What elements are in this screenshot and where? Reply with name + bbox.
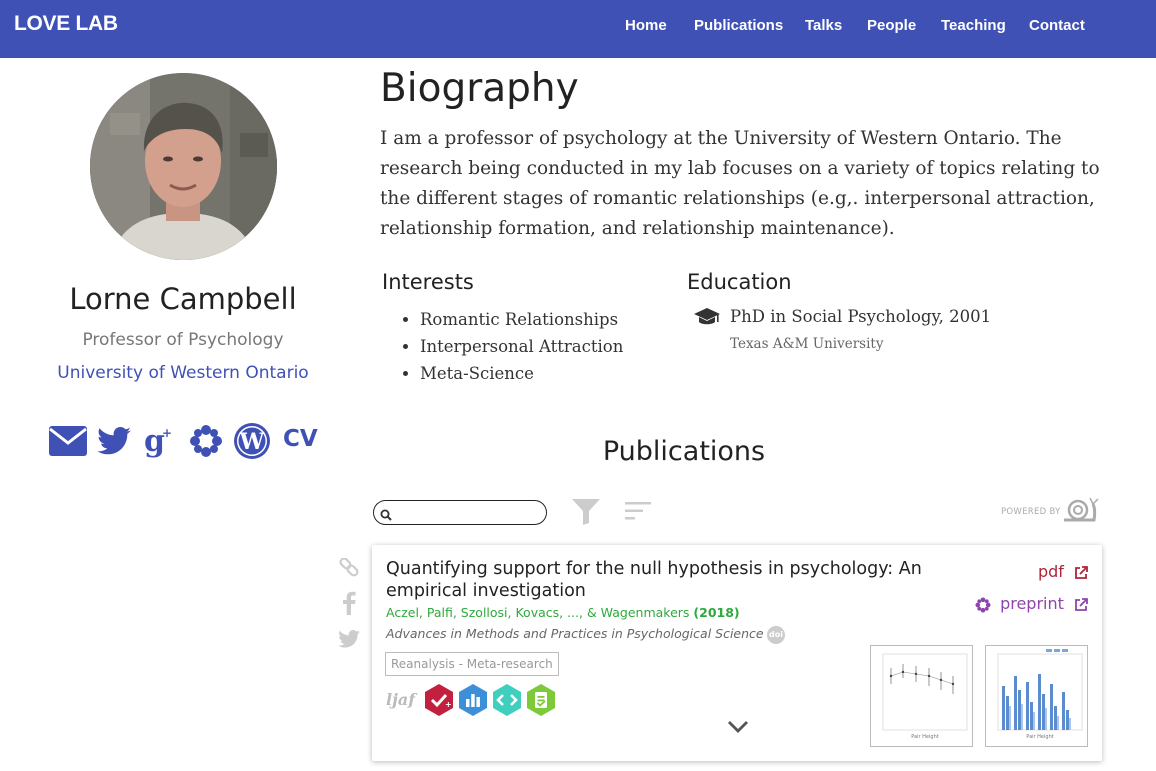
doi-badge[interactable]: doi: [767, 626, 785, 644]
interests-list: Romantic Relationships Interpersonal Att…: [402, 306, 623, 387]
profile-name: Lorne Campbell: [69, 282, 297, 316]
nav-home[interactable]: Home: [625, 17, 667, 34]
interests-heading: Interests: [382, 270, 474, 294]
nav-talks[interactable]: Talks: [805, 17, 842, 34]
powered-by-label: POWERED BY: [1001, 507, 1061, 517]
open-data-badge[interactable]: [458, 684, 488, 720]
envelope-icon[interactable]: [48, 422, 88, 460]
preprint-label: preprint: [1000, 594, 1064, 613]
preprint-link[interactable]: preprint: [975, 594, 1088, 613]
twitter-icon[interactable]: [96, 422, 132, 460]
svg-text:+: +: [162, 426, 172, 440]
sort-icon[interactable]: [625, 502, 651, 524]
nav-publications[interactable]: Publications: [694, 17, 783, 34]
biography-text: I am a professor of psychology at the Un…: [380, 128, 1100, 239]
profile-role: Professor of Psychology: [82, 330, 284, 350]
preregistered-badge[interactable]: +: [424, 684, 454, 720]
link-icon[interactable]: [338, 557, 360, 584]
wordpress-icon[interactable]: W: [232, 422, 272, 460]
figure-thumbnail[interactable]: Pair Height: [870, 645, 973, 747]
snail-logo-icon[interactable]: [1062, 497, 1100, 526]
svg-text:W: W: [239, 429, 265, 455]
interest-item: Romantic Relationships: [420, 306, 623, 333]
osf-icon: [975, 596, 991, 613]
paper-tag[interactable]: Reanalysis - Meta-research: [385, 652, 559, 676]
facebook-icon[interactable]: [342, 591, 356, 619]
brand-logo[interactable]: LOVE LAB: [14, 12, 118, 36]
twitter-share-icon[interactable]: [338, 630, 360, 652]
nav-teaching[interactable]: Teaching: [941, 17, 1006, 34]
profile-organization-link[interactable]: University of Western Ontario: [0, 363, 366, 383]
open-materials-badge[interactable]: [526, 684, 556, 720]
top-navbar: LOVE LAB Home Publications Talks People …: [0, 0, 1156, 58]
graduation-cap-icon: [694, 308, 720, 330]
education-degree: PhD in Social Psychology, 2001: [730, 307, 992, 326]
education-heading: Education: [687, 270, 792, 294]
thumbnail-axis-label: Pair Height: [1026, 734, 1053, 740]
interest-item: Meta-Science: [420, 360, 623, 387]
paper-title[interactable]: Quantifying support for the null hypothe…: [386, 558, 946, 602]
figure-thumbnail[interactable]: Pair Height: [985, 645, 1088, 747]
external-link-icon: [1075, 565, 1088, 579]
paper-authors: Aczel, Palfi, Szollosi, Kovacs, ..., & W…: [386, 605, 740, 620]
publication-card: Quantifying support for the null hypothe…: [372, 545, 1102, 761]
osf-icon[interactable]: [188, 422, 224, 460]
open-code-badge[interactable]: [492, 684, 522, 720]
pdf-link[interactable]: pdf: [1038, 562, 1088, 581]
filter-icon[interactable]: [572, 499, 600, 529]
biography-heading: Biography: [380, 66, 579, 111]
publications-heading: Publications: [602, 436, 766, 467]
search-input[interactable]: [398, 503, 542, 523]
author-list: Aczel, Palfi, Szollosi, Kovacs, ..., & W…: [386, 605, 690, 620]
paper-year: (2018): [693, 605, 740, 620]
nav-contact[interactable]: Contact: [1029, 17, 1085, 34]
google-scholar-icon[interactable]: g +: [140, 422, 176, 460]
external-link-icon: [1075, 597, 1088, 611]
nav-people[interactable]: People: [867, 17, 916, 34]
search-icon: [380, 506, 392, 525]
pdf-label: pdf: [1037, 562, 1064, 581]
cv-link[interactable]: CV: [283, 426, 318, 452]
avatar: [90, 73, 277, 260]
chevron-down-icon[interactable]: [727, 719, 749, 738]
svg-text:+: +: [445, 700, 452, 709]
thumbnail-axis-label: Pair Height: [911, 734, 938, 740]
funder-logo: ljaf: [386, 690, 416, 709]
education-institution: Texas A&M University: [730, 336, 884, 352]
interest-item: Interpersonal Attraction: [420, 333, 623, 360]
publication-search[interactable]: [373, 500, 547, 525]
profile-photo: [90, 73, 277, 260]
paper-journal: Advances in Methods and Practices in Psy…: [386, 626, 764, 641]
